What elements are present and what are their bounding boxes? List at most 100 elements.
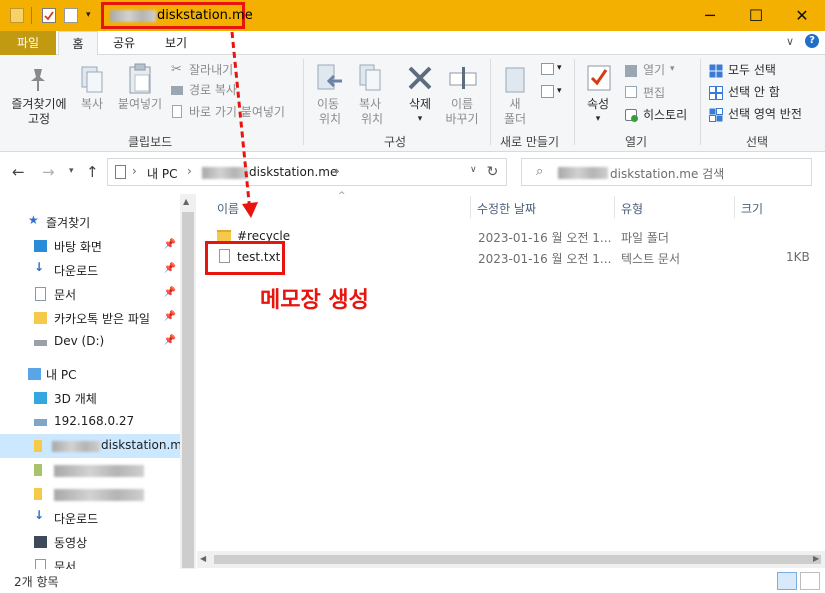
folder-icon xyxy=(34,464,42,476)
pin-icon[interactable]: 📌 xyxy=(164,335,176,346)
easy-access-icon[interactable] xyxy=(541,85,554,98)
nav-downloads[interactable]: ↓ 다운로드 📌 xyxy=(0,258,180,282)
scroll-right-icon[interactable]: ▶ xyxy=(813,554,819,563)
nav-scrollbar-thumb[interactable] xyxy=(182,212,194,568)
pin-icon[interactable]: 📌 xyxy=(164,263,176,274)
redacted-title-prefix xyxy=(110,10,156,22)
search-placeholder: diskstation.me 검색 xyxy=(610,167,725,181)
annotation-label: 메모장 생성 xyxy=(260,288,369,313)
annotation-highlight-box xyxy=(205,241,285,275)
new-item-icon[interactable] xyxy=(541,63,554,75)
open-dropdown-icon[interactable]: ▾ xyxy=(670,64,675,74)
scroll-up-icon[interactable]: ▲ xyxy=(183,197,189,206)
tab-share[interactable]: 공유 xyxy=(106,31,142,55)
select-none-icon xyxy=(709,86,723,100)
nav-kakaotalk-label: 카카오톡 받은 파일 xyxy=(54,312,150,326)
folder-icon xyxy=(34,312,47,324)
column-size[interactable]: 크기 xyxy=(741,200,763,217)
divider xyxy=(490,59,491,145)
breadcrumb-chevron-icon[interactable]: › xyxy=(335,164,340,178)
help-icon[interactable]: ? xyxy=(805,34,819,48)
breadcrumb-this-pc[interactable]: 내 PC xyxy=(147,165,177,182)
maximize-button[interactable]: ☐ xyxy=(733,0,779,31)
select-group-label: 선택 xyxy=(746,135,769,149)
tab-view[interactable]: 보기 xyxy=(158,31,194,55)
history-label: 히스토리 xyxy=(643,108,688,122)
column-date[interactable]: 수정한 날짜 xyxy=(477,200,536,217)
file-list-h-scrollbar-thumb[interactable] xyxy=(214,555,821,564)
back-arrow-icon[interactable]: ← xyxy=(12,163,25,181)
nav-network-drive-label: 192.168.0.27 xyxy=(54,414,135,428)
drive-icon xyxy=(34,340,47,346)
close-button[interactable]: ✕ xyxy=(779,0,825,31)
item-count: 2개 항목 xyxy=(14,575,59,589)
nav-documents[interactable]: 문서 📌 xyxy=(0,282,180,306)
nav-documents-2[interactable]: 문서 xyxy=(0,554,180,569)
open-label: 열기 xyxy=(643,63,666,77)
properties-dropdown-icon[interactable]: ▾ xyxy=(582,112,614,127)
nav-downloads-2[interactable]: ↓ 다운로드 xyxy=(0,506,180,530)
nav-kakaotalk[interactable]: 카카오톡 받은 파일 📌 xyxy=(0,306,180,330)
pin-icon[interactable]: 📌 xyxy=(164,239,176,250)
select-all-icon xyxy=(709,64,723,78)
clipboard-paste-icon xyxy=(129,63,151,94)
rename-label-1: 이름 xyxy=(450,97,474,111)
delete-dropdown-icon[interactable]: ▾ xyxy=(402,112,438,127)
breadcrumb-chevron-icon[interactable]: › xyxy=(187,164,192,178)
new-group-label: 새로 만들기 xyxy=(500,135,560,149)
recent-locations-icon[interactable]: ▾ xyxy=(69,166,74,176)
nav-redacted-item[interactable] xyxy=(0,482,180,506)
nav-network-drive[interactable]: 192.168.0.27 xyxy=(0,410,180,434)
title-bar: ▾ diskstation.me ─ ☐ ✕ xyxy=(0,0,825,31)
tab-home[interactable]: 홈 xyxy=(58,31,98,55)
minimize-button[interactable]: ─ xyxy=(687,0,733,31)
address-dropdown-icon[interactable]: ∨ xyxy=(470,165,477,175)
properties-check-icon xyxy=(587,65,611,91)
new-folder-label-1: 새 xyxy=(509,97,521,111)
forward-arrow-icon[interactable]: → xyxy=(42,163,55,181)
nav-quick-access[interactable]: ★ 즐겨찾기 xyxy=(0,210,180,234)
select-none-label: 선택 안 함 xyxy=(728,85,780,99)
breadcrumb-chevron-icon[interactable]: › xyxy=(132,164,137,178)
large-icons-view-icon[interactable] xyxy=(800,572,820,590)
paste-shortcut-icon xyxy=(172,105,182,118)
nav-desktop-label: 바탕 화면 xyxy=(54,240,102,254)
divider[interactable] xyxy=(470,196,471,218)
details-view-icon[interactable] xyxy=(777,572,797,590)
cut-label: 잘라내기 xyxy=(189,63,234,77)
navigation-pane: ★ 즐겨찾기 바탕 화면 📌 ↓ 다운로드 📌 문서 📌 카카오톡 받은 파일 … xyxy=(0,194,196,569)
easy-access-dropdown-icon[interactable]: ▾ xyxy=(557,86,562,96)
nav-diskstation[interactable]: diskstation.me xyxy=(0,434,189,458)
delete-x-icon xyxy=(408,66,432,90)
nav-this-pc-label: 내 PC xyxy=(46,368,77,382)
document-icon xyxy=(35,287,46,301)
address-bar[interactable]: › 내 PC › diskstation.me › ∨ xyxy=(107,158,507,186)
nav-videos[interactable]: 동영상 xyxy=(0,530,180,554)
nav-desktop[interactable]: 바탕 화면 📌 xyxy=(0,234,180,258)
divider xyxy=(31,7,32,24)
copy-to-icon xyxy=(359,64,381,91)
nav-this-pc[interactable]: 내 PC xyxy=(0,362,180,386)
properties-quick-icon[interactable] xyxy=(42,8,56,23)
copy-path-icon xyxy=(171,86,183,95)
nav-3d-objects[interactable]: 3D 개체 xyxy=(0,386,180,410)
customize-quick-access-icon[interactable]: ▾ xyxy=(86,10,91,20)
new-folder-quick-icon[interactable] xyxy=(64,8,78,23)
pin-icon[interactable]: 📌 xyxy=(164,287,176,298)
collapse-ribbon-icon[interactable]: ∨ xyxy=(786,35,794,48)
new-item-dropdown-icon[interactable]: ▾ xyxy=(557,63,562,73)
pin-icon[interactable]: 📌 xyxy=(164,311,176,322)
search-input[interactable]: ⌕ diskstation.me 검색 xyxy=(521,158,812,186)
nav-redacted-item[interactable] xyxy=(0,458,180,482)
nav-dev-drive[interactable]: Dev (D:) 📌 xyxy=(0,330,180,354)
column-type[interactable]: 유형 xyxy=(621,200,643,217)
divider[interactable] xyxy=(614,196,615,218)
tab-file[interactable]: 파일 xyxy=(0,31,56,55)
refresh-icon[interactable]: ↻ xyxy=(479,158,507,186)
divider[interactable] xyxy=(734,196,735,218)
up-arrow-icon[interactable]: ↑ xyxy=(86,163,99,181)
copy-icon xyxy=(81,66,103,93)
scroll-left-icon[interactable]: ◀ xyxy=(200,554,206,563)
redacted-nav-prefix xyxy=(52,441,100,452)
properties-label: 속성 xyxy=(586,97,610,111)
